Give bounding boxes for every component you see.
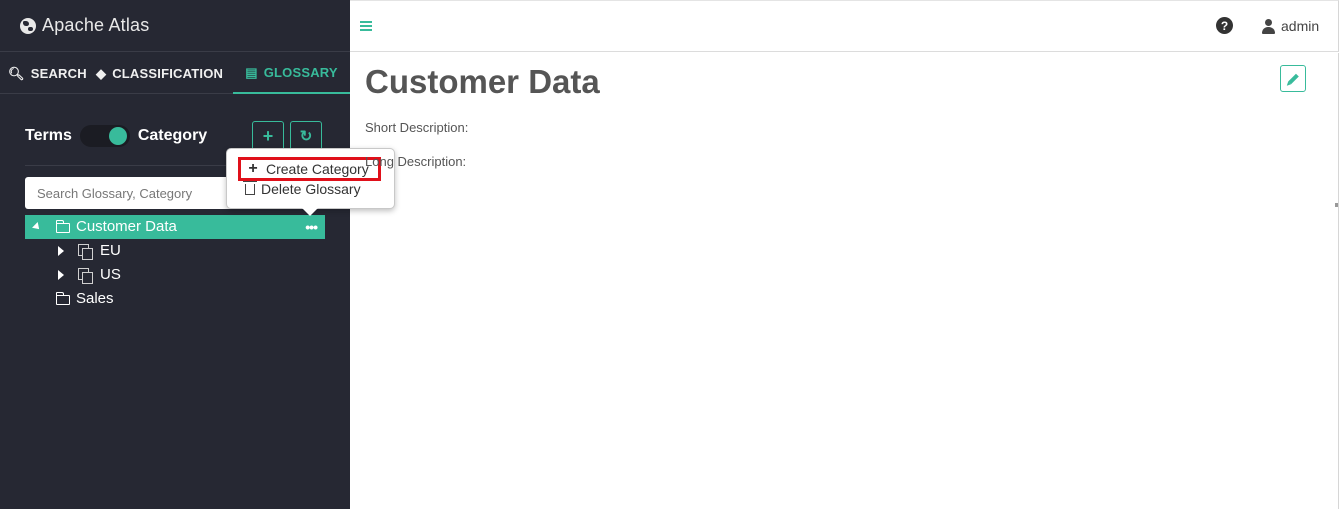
tree-item-customer-data[interactable]: Customer Data ••• [25,215,325,239]
tags-icon: ◆ [96,65,107,81]
tab-glossary-label: GLOSSARY [263,65,338,80]
menu-toggle-icon[interactable] [360,21,372,31]
refresh-icon: ↻ [299,128,313,145]
tab-classification-label: CLASSIFICATION [112,66,224,81]
plus-icon: + [262,125,274,146]
tree-item-label: EU [100,242,121,259]
plus-icon: + [248,160,258,177]
folder-open-icon: ▤ [245,64,258,80]
pencil-icon [1287,73,1299,84]
caret-right-icon[interactable] [58,270,64,280]
help-icon[interactable]: ? [1216,17,1233,34]
popover-arrow [302,208,318,216]
user-icon [1262,18,1275,34]
refresh-button[interactable]: ↻ [290,121,322,151]
folder-icon [56,220,70,233]
caret-right-icon[interactable] [58,246,64,256]
tab-classification[interactable]: ◆ CLASSIFICATION [96,53,223,94]
copy-icon [78,244,93,260]
tree-item-label: Customer Data [76,218,177,235]
folder-icon [56,292,70,305]
app-title: Apache Atlas [42,15,150,35]
sidebar: Apache Atlas 🔍︎ SEARCH ◆ CLASSIFICATION … [0,0,350,509]
top-bar: ? admin [350,0,1339,52]
delete-glossary-label: Delete Glossary [261,181,361,197]
delete-glossary-menu-item[interactable]: Delete Glossary [243,179,361,199]
toggle-terms-label: Terms [25,127,72,144]
user-menu[interactable]: admin [1262,16,1319,36]
short-description-label: Short Description: [365,120,469,135]
search-glossary-input[interactable] [25,177,255,209]
page-title: Customer Data [365,63,600,100]
toggle-category-label: Category [137,127,208,144]
tree-item-eu[interactable]: EU [25,239,325,263]
long-description-label: Long Description: [365,154,467,169]
trash-icon [243,180,257,195]
tab-search[interactable]: 🔍︎ SEARCH [8,53,87,94]
edit-button[interactable] [1280,65,1306,92]
tree-item-us[interactable]: US [25,263,325,287]
brand[interactable]: Apache Atlas [0,0,350,52]
tab-search-label: SEARCH [30,66,87,81]
tab-glossary[interactable]: ▤ GLOSSARY [233,53,350,94]
copy-icon [78,268,93,284]
search-icon: 🔍︎ [8,65,25,81]
caret-down-icon[interactable] [32,222,42,232]
username: admin [1281,18,1320,34]
scrollbar[interactable] [1335,203,1338,207]
tree-item-label: Sales [76,290,114,307]
main-content: Customer Data Short Description: Long De… [350,53,1339,509]
sidebar-tabs: 🔍︎ SEARCH ◆ CLASSIFICATION ▤ GLOSSARY [0,53,350,94]
switch-knob [108,127,127,145]
add-button[interactable]: + [252,121,284,151]
tree-item-sales[interactable]: Sales [25,287,325,311]
globe-icon [20,17,36,34]
terms-category-switch[interactable] [79,125,130,147]
more-options-icon[interactable]: ••• [305,219,318,235]
tree-item-label: US [100,266,121,283]
